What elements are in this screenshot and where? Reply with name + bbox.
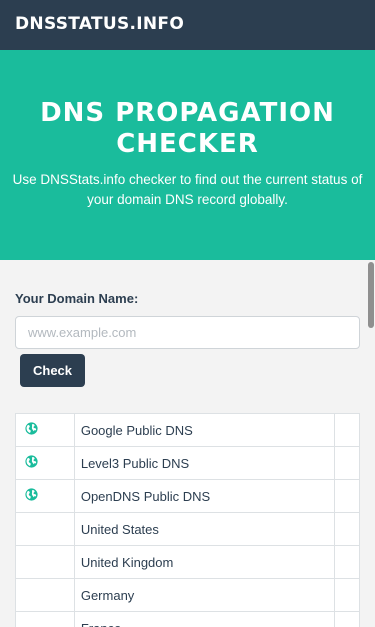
hero-banner: DNS PROPAGATION CHECKER Use DNSStats.inf…	[0, 50, 375, 260]
result-row: United States	[15, 512, 360, 546]
result-row: United Kingdom	[15, 545, 360, 579]
result-icon-cell	[15, 578, 75, 612]
result-status-cell	[334, 545, 360, 579]
result-server-name: Level3 Public DNS	[73, 446, 336, 480]
result-server-name: France	[73, 611, 336, 627]
page-title: DNS PROPAGATION CHECKER	[40, 98, 335, 159]
domain-input[interactable]	[15, 316, 360, 349]
result-icon-cell	[15, 512, 75, 546]
brand-logo[interactable]: DNSSTATUS.INFO	[15, 14, 184, 34]
result-row: Level3 Public DNS	[15, 446, 360, 480]
result-icon-cell	[15, 446, 75, 480]
globe-icon	[25, 488, 74, 501]
result-row: France	[15, 611, 360, 627]
result-server-name: OpenDNS Public DNS	[73, 479, 336, 513]
result-status-cell	[334, 446, 360, 480]
result-server-name: Google Public DNS	[73, 413, 336, 447]
navbar: DNSSTATUS.INFO	[0, 0, 375, 50]
result-icon-cell	[15, 545, 75, 579]
result-status-cell	[334, 413, 360, 447]
result-row: Germany	[15, 578, 360, 612]
result-row: OpenDNS Public DNS	[15, 479, 360, 513]
result-server-name: United Kingdom	[73, 545, 336, 579]
result-icon-cell	[15, 413, 75, 447]
result-status-cell	[334, 512, 360, 546]
globe-icon	[25, 422, 74, 435]
result-icon-cell	[15, 611, 75, 627]
result-status-cell	[334, 611, 360, 627]
result-icon-cell	[15, 479, 75, 513]
domain-label: Your Domain Name:	[15, 291, 139, 306]
result-server-name: Germany	[73, 578, 336, 612]
hero-description: Use DNSStats.info checker to find out th…	[12, 172, 363, 207]
globe-icon	[25, 455, 74, 468]
result-status-cell	[334, 479, 360, 513]
result-server-name: United States	[73, 512, 336, 546]
check-button[interactable]: Check	[20, 354, 85, 387]
result-row: Google Public DNS	[15, 413, 360, 447]
result-status-cell	[334, 578, 360, 612]
results-table: Google Public DNS Level3 Public DNS OpenDN…	[15, 413, 360, 627]
scrollbar-thumb[interactable]	[368, 262, 374, 328]
